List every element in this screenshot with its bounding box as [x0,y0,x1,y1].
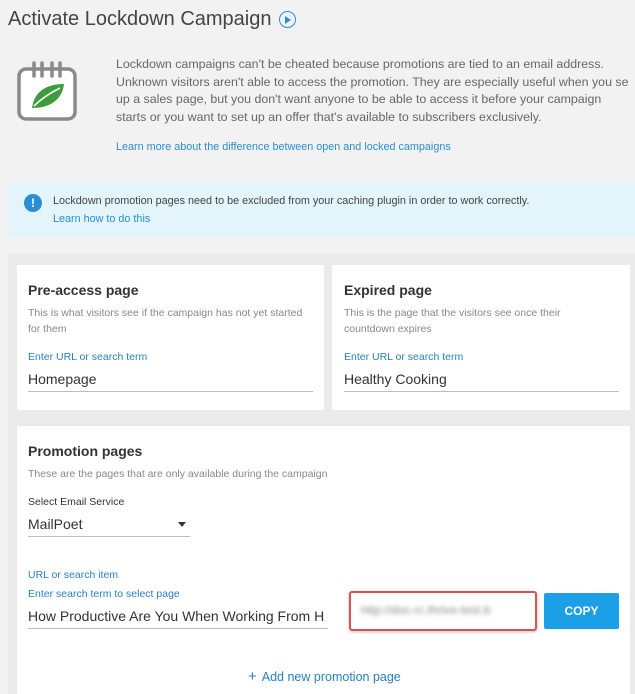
learn-how-link[interactable]: Learn how to do this [53,213,150,225]
calendar-leaf-icon [17,61,77,121]
page-header: Activate Lockdown Campaign [8,8,297,31]
intro-description: Lockdown campaigns can't be cheated beca… [116,56,635,126]
desc-line: for them [28,323,67,335]
desc-line: This is the page that the visitors see o… [344,307,561,319]
plus-icon: + [248,668,257,685]
pre-access-field-label: Enter URL or search term [28,351,148,363]
add-promotion-page-button[interactable]: + Add new promotion page [248,668,401,685]
info-icon: ! [24,194,42,212]
promotion-url-value: http://doc-rc.thrive-test.b [361,603,491,617]
pre-access-description: This is what visitors see if the campaig… [28,305,302,337]
learn-more-link[interactable]: Learn more about the difference between … [116,141,451,153]
pre-access-url-input[interactable] [28,371,313,392]
intro-line: Lockdown campaigns can't be cheated beca… [116,57,604,71]
promotion-url-field[interactable]: http://doc-rc.thrive-test.b [349,591,537,631]
promotion-title: Promotion pages [28,443,143,459]
promotion-description: These are the pages that are only availa… [28,468,328,480]
page-title: Activate Lockdown Campaign [8,8,272,30]
promotion-page-search-input[interactable] [28,608,328,629]
pre-access-title: Pre-access page [28,282,139,298]
email-service-select[interactable]: MailPoet [28,516,190,537]
desc-line: countdown expires [344,323,432,335]
expired-field-label: Enter URL or search term [344,351,464,363]
play-circle-icon[interactable] [279,11,297,28]
expired-url-input[interactable] [344,371,619,392]
email-service-value: MailPoet [28,516,83,532]
intro-line: up a sales page, but you don't want anyo… [116,92,602,106]
copy-button[interactable]: COPY [544,593,619,629]
search-term-label: Enter search term to select page [28,588,180,600]
intro-section: Lockdown campaigns can't be cheated beca… [0,44,635,166]
promotion-card: Promotion pages These are the pages that… [17,426,630,694]
expired-title: Expired page [344,282,432,298]
add-promotion-page-label: Add new promotion page [261,670,401,684]
caret-down-icon [178,522,186,527]
pre-access-card: Pre-access page This is what visitors se… [17,265,324,410]
caching-notice: ! Lockdown promotion pages need to be ex… [8,183,635,237]
intro-line: starts or you want to set up an offer th… [116,109,542,124]
expired-card: Expired page This is the page that the v… [332,265,630,410]
desc-line: This is what visitors see if the campaig… [28,307,303,319]
email-service-label: Select Email Service [28,496,125,508]
expired-description: This is the page that the visitors see o… [344,305,561,337]
notice-text: Lockdown promotion pages need to be excl… [53,195,530,207]
url-search-label: URL or search item [28,569,119,581]
intro-line: Unknown visitors aren't able to access t… [116,74,629,89]
